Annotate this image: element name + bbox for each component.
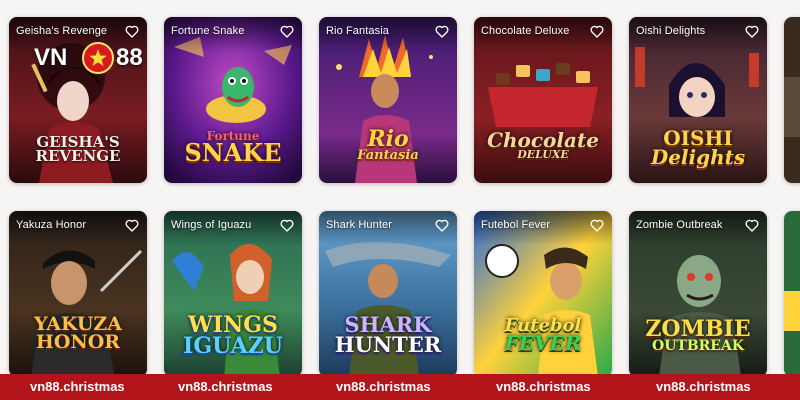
game-card-rio-fantasia[interactable]: Rio Fantasia Rio Fantasia	[319, 17, 457, 183]
game-logo: YAKUZA HONOR	[9, 314, 147, 354]
game-logo: Rio Fantasia	[319, 126, 457, 163]
watermark-text: vn88.christmas	[178, 379, 273, 394]
star-icon	[82, 42, 114, 74]
heart-outline-icon[interactable]	[124, 217, 140, 233]
game-card-partial[interactable]	[784, 211, 800, 377]
heart-outline-icon[interactable]	[124, 23, 140, 39]
logo-line: IGUAZU	[183, 332, 283, 359]
logo-line: Delights	[650, 145, 746, 169]
game-logo: Futebol FEVER	[474, 316, 612, 356]
game-card-geishas-revenge[interactable]: Geisha's Revenge GEISHA'S REVENGE	[9, 17, 147, 183]
game-title: Oishi Delights	[636, 25, 706, 37]
game-grid-page: Geisha's Revenge GEISHA'S REVENGE Fortun…	[0, 0, 800, 400]
game-title: Shark Hunter	[326, 219, 393, 231]
game-title: Geisha's Revenge	[16, 25, 108, 37]
heart-outline-icon[interactable]	[744, 23, 760, 39]
game-title: Futebol Fever	[481, 219, 551, 231]
game-logo: GEISHA'S REVENGE	[9, 134, 147, 166]
game-title: Zombie Outbreak	[636, 219, 723, 231]
logo-line: REVENGE	[35, 147, 121, 166]
game-logo: Chocolate DELUXE	[474, 130, 612, 160]
game-logo: OISHI Delights	[629, 128, 767, 169]
heart-outline-icon[interactable]	[434, 23, 450, 39]
watermark-text: vn88.christmas	[496, 379, 591, 394]
brand-text-left: VN	[34, 44, 68, 71]
game-card-partial[interactable]	[784, 17, 800, 183]
logo-line: Fantasia	[357, 147, 419, 163]
game-card-oishi-delights[interactable]: Oishi Delights OISHI Delights	[629, 17, 767, 183]
game-art	[784, 17, 800, 183]
game-card-chocolate-deluxe[interactable]: Chocolate Deluxe Chocolate DELUXE	[474, 17, 612, 183]
game-logo: Fortune SNAKE	[164, 130, 302, 168]
logo-line: HONOR	[35, 331, 121, 354]
logo-line: HUNTER	[334, 331, 442, 357]
game-card-wings-of-iguazu[interactable]: Wings of Iguazu WINGS IGUAZU	[164, 211, 302, 377]
brand-text-right: 88	[116, 44, 143, 71]
game-title: Chocolate Deluxe	[481, 25, 570, 37]
game-card-futebol-fever[interactable]: Futebol Fever Futebol FEVER	[474, 211, 612, 377]
game-card-yakuza-honor[interactable]: Yakuza Honor YAKUZA HONOR	[9, 211, 147, 377]
watermark-text: vn88.christmas	[336, 379, 431, 394]
game-title: Fortune Snake	[171, 25, 245, 37]
heart-outline-icon[interactable]	[434, 217, 450, 233]
game-title: Rio Fantasia	[326, 25, 389, 37]
heart-outline-icon[interactable]	[744, 217, 760, 233]
logo-line: SNAKE	[184, 138, 282, 168]
watermark-text: vn88.christmas	[30, 379, 125, 394]
heart-outline-icon[interactable]	[589, 217, 605, 233]
watermark-bar: vn88.christmas vn88.christmas vn88.chris…	[0, 374, 800, 400]
heart-outline-icon[interactable]	[279, 217, 295, 233]
heart-outline-icon[interactable]	[279, 23, 295, 39]
logo-line: FEVER	[504, 331, 582, 356]
game-title: Yakuza Honor	[16, 219, 87, 231]
game-art	[784, 211, 800, 377]
game-logo: ZOMBIE OUTBREAK	[629, 316, 767, 353]
logo-line: ZOMBIE	[645, 316, 751, 342]
game-card-fortune-snake[interactable]: Fortune Snake Fortune SNAKE	[164, 17, 302, 183]
game-card-zombie-outbreak[interactable]: Zombie Outbreak ZOMBIE OUTBREAK	[629, 211, 767, 377]
game-logo: SHARK HUNTER	[319, 314, 457, 357]
game-logo: WINGS IGUAZU	[164, 314, 302, 359]
watermark-text: vn88.christmas	[656, 379, 751, 394]
heart-outline-icon[interactable]	[589, 23, 605, 39]
game-card-shark-hunter[interactable]: Shark Hunter SHARK HUNTER	[319, 211, 457, 377]
logo-line: Rio	[367, 126, 409, 152]
game-title: Wings of Iguazu	[171, 219, 252, 231]
